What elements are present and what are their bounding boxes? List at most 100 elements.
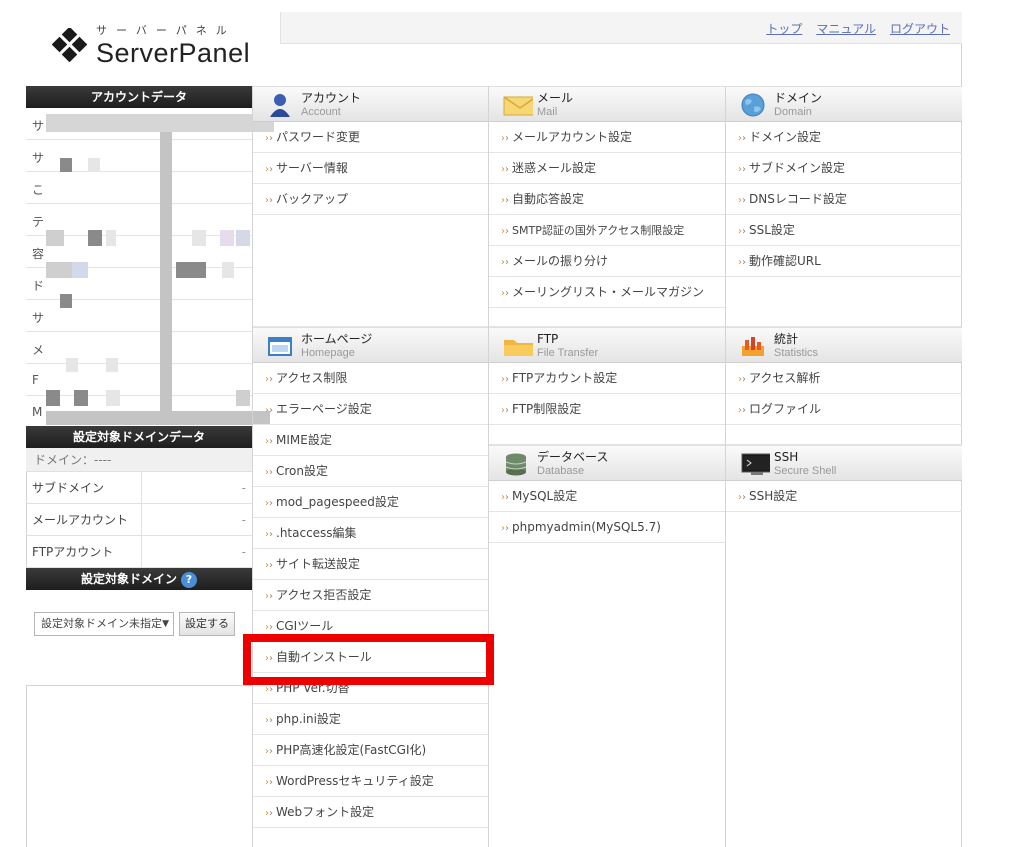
menu-item-ftp-limit[interactable]: ›› FTP制限設定 [489,394,725,425]
redacted-block [88,230,102,246]
section-mail: メール Mail [489,86,725,122]
redacted-block [60,294,72,308]
column-1: アカウント Account ›› パスワード変更 ›› サーバー情報 ›› バックアッ… [252,86,488,847]
menu-item-ssl[interactable]: ›› SSL設定 [726,215,962,246]
menu-item-web-font[interactable]: ›› Webフォント設定 [253,797,488,828]
globe-icon [741,93,765,117]
blank-space [489,425,725,445]
redacted-block [46,114,274,132]
account-row: メ [26,332,252,364]
blank-space [726,277,962,327]
menu-item-access-deny[interactable]: ›› アクセス拒否設定 [253,580,488,611]
logo-kana: サーバーパネル [96,24,236,37]
column-2: メール Mail ›› メールアカウント設定 ›› 迷惑メール設定 ›› 自動応答設定… [488,86,725,847]
stats-chart-icon [742,337,764,356]
mail-envelope-icon [503,96,533,116]
menu-item-mail-account[interactable]: ›› メールアカウント設定 [489,122,725,153]
menu-item-server-info[interactable]: ›› サーバー情報 [253,153,488,184]
menu-item-mysql[interactable]: ›› MySQL設定 [489,481,725,512]
sidebar: アカウントデータ サ サ こ テ 容 ド サ メ F M 設定対象ドメインデータ… [26,86,274,686]
menu-item-backup[interactable]: ›› バックアップ [253,184,488,215]
redacted-block [236,230,250,246]
blank-space [253,215,488,327]
account-data-panel: サ サ こ テ 容 ド サ メ F M [26,108,274,426]
blank-space [489,308,725,327]
domain-row-mail: メールアカウント - [26,504,252,536]
menu-item-php-version[interactable]: ›› PHP Ver.切替 [253,673,488,704]
menu-item-check-url[interactable]: ›› 動作確認URL [726,246,962,277]
homepage-window-icon [268,337,292,356]
section-ssh: SSH Secure Shell [726,445,962,481]
menu-item-subdomain[interactable]: ›› サブドメイン設定 [726,153,962,184]
menu-item-phpmyadmin[interactable]: ›› phpmyadmin(MySQL5.7) [489,512,725,543]
redacted-block [46,230,64,246]
menu-item-mime[interactable]: ›› MIME設定 [253,425,488,456]
menu-item-ftp-account[interactable]: ›› FTPアカウント設定 [489,363,725,394]
redacted-block [106,390,120,406]
menu-item-php-fastcgi[interactable]: ›› PHP高速化設定(FastCGI化) [253,735,488,766]
redacted-block [106,358,118,372]
section-database: データベース Database [489,445,725,481]
account-row: こ [26,172,252,204]
redacted-block [160,132,172,424]
domain-row-ftp: FTPアカウント - [26,536,252,568]
menu-item-password[interactable]: ›› パスワード変更 [253,122,488,153]
redacted-block [46,390,60,406]
menu-item-mailing-list[interactable]: ›› メーリングリスト・メールマガジン [489,277,725,308]
folder-icon [504,340,533,356]
section-ftp: FTP File Transfer [489,327,725,363]
blank-space [726,425,962,445]
domain-label: ドメイン：---- [26,448,252,472]
redacted-block [46,262,72,278]
section-homepage: ホームページ Homepage [253,327,488,363]
menu-item-mail-filter[interactable]: ›› メールの振り分け [489,246,725,277]
target-domain-title: 設定対象ドメイン? [26,568,252,590]
menu-item-cgi-tools[interactable]: ›› CGIツール [253,611,488,642]
set-domain-button[interactable]: 設定する [179,612,235,636]
logo-diamond-icon [52,28,88,62]
menu-item-log-file[interactable]: ›› ログファイル [726,394,962,425]
logo-text: ServerPanel [96,38,251,68]
menu-item-php-ini[interactable]: ›› php.ini設定 [253,704,488,735]
menu-item-wordpress-security[interactable]: ›› WordPressセキュリティ設定 [253,766,488,797]
menu-item-domain-setting[interactable]: ›› ドメイン設定 [726,122,962,153]
menu-item-smtp-restrict[interactable]: ›› SMTP認証の国外アクセス制限設定 [489,215,725,246]
redacted-block [106,230,116,246]
menu-item-error-page[interactable]: ›› エラーページ設定 [253,394,488,425]
redacted-block [46,411,270,425]
column-3: ドメイン Domain ›› ドメイン設定 ›› サブドメイン設定 ›› DNSレコー… [725,86,962,847]
top-link[interactable]: トップ [766,20,802,37]
menu-item-auto-install[interactable]: ›› 自動インストール [253,642,488,673]
database-icon [505,453,527,476]
manual-link[interactable]: マニュアル [816,20,876,37]
domain-select-area: 設定対象ドメイン未指定 ▼ 設定する [26,590,252,686]
logout-link[interactable]: ログアウト [890,20,950,37]
user-icon [270,94,290,117]
account-data-title: アカウントデータ [26,86,252,108]
menu-item-dns[interactable]: ›› DNSレコード設定 [726,184,962,215]
redacted-block [60,158,72,172]
domain-select[interactable]: 設定対象ドメイン未指定 ▼ [34,612,174,636]
menu-item-access-analysis[interactable]: ›› アクセス解析 [726,363,962,394]
menu-item-access-limit[interactable]: ›› アクセス制限 [253,363,488,394]
redacted-block [176,262,206,278]
target-domain-data-title: 設定対象ドメインデータ [26,426,252,448]
menu-item-spam[interactable]: ›› 迷惑メール設定 [489,153,725,184]
redacted-block [192,230,206,246]
menu-item-auto-reply[interactable]: ›› 自動応答設定 [489,184,725,215]
redacted-block [72,262,88,278]
dropdown-arrow-icon: ▼ [162,619,169,629]
menu-item-site-redirect[interactable]: ›› サイト転送設定 [253,549,488,580]
redacted-block [222,262,234,278]
section-account: アカウント Account [253,86,488,122]
redacted-block [66,358,78,372]
menu-item-ssh[interactable]: ›› SSH設定 [726,481,962,512]
redacted-block [236,390,250,406]
help-icon[interactable]: ? [181,572,197,588]
redacted-block [220,230,234,246]
section-statistics: 統計 Statistics [726,327,962,363]
menu-item-mod-pagespeed[interactable]: ›› mod_pagespeed設定 [253,487,488,518]
menu-item-cron[interactable]: ›› Cron設定 [253,456,488,487]
menu-item-htaccess[interactable]: ›› .htaccess編集 [253,518,488,549]
redacted-block [88,158,100,172]
